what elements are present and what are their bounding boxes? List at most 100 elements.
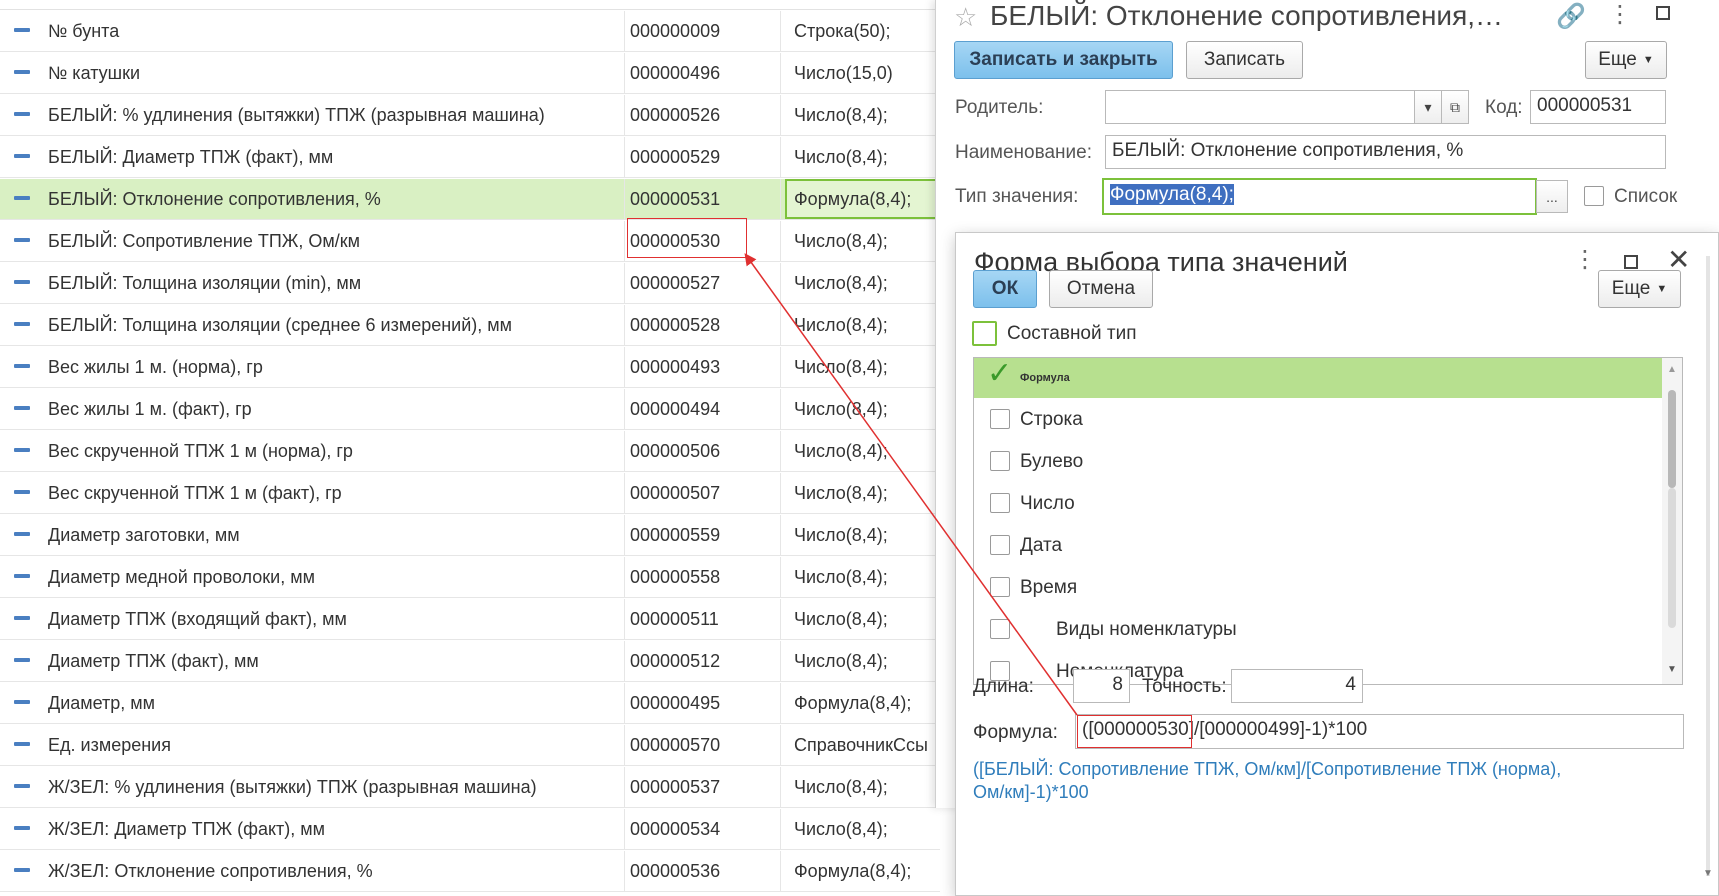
- table-row[interactable]: Ед. измерения 000000570 СправочникСсы: [0, 725, 940, 766]
- form-scrollbar[interactable]: ▼: [1700, 248, 1716, 896]
- scrollbar-thumb[interactable]: [1668, 390, 1676, 488]
- type-checkbox[interactable]: [990, 619, 1010, 639]
- row-code: 000000537: [630, 777, 721, 797]
- type-checkbox[interactable]: [990, 409, 1010, 429]
- length-input[interactable]: 8: [1073, 669, 1130, 703]
- dialog-more-actions-icon[interactable]: ⋮: [1573, 245, 1597, 274]
- type-checkbox[interactable]: [990, 577, 1010, 597]
- ok-button[interactable]: ОК: [973, 270, 1037, 308]
- cancel-button[interactable]: Отмена: [1049, 270, 1153, 308]
- row-type: Число(8,4);: [794, 399, 888, 419]
- row-code: 000000527: [630, 273, 721, 293]
- row-type: Число(8,4);: [794, 483, 888, 503]
- more-actions-icon[interactable]: ⋮: [1608, 0, 1632, 29]
- code-label: Код:: [1485, 97, 1523, 118]
- scroll-down-icon[interactable]: ▼: [1703, 868, 1713, 879]
- type-list-item[interactable]: Число: [974, 484, 1662, 524]
- table-row[interactable]: Вес жилы 1 м. (факт), гр 000000494 Число(8…: [0, 389, 940, 430]
- type-list-scrollbar[interactable]: ▲ ▼: [1662, 358, 1682, 684]
- type-list-item[interactable]: ✓ Формула: [974, 358, 1662, 398]
- type-list-item[interactable]: Дата: [974, 526, 1662, 566]
- link-icon[interactable]: 🔗: [1556, 2, 1586, 31]
- row-name: БЕЛЫЙ: Отклонение сопротивления, %: [48, 189, 381, 209]
- formula-description-link[interactable]: ([БЕЛЫЙ: Сопротивление ТПЖ, Ом/км]/[Сопр…: [973, 758, 1573, 804]
- type-list-item[interactable]: Строка: [974, 400, 1662, 440]
- column-divider: [624, 641, 625, 681]
- open-window-icon: ⧉: [1450, 99, 1460, 115]
- table-row[interactable]: БЕЛЫЙ: Сопротивление ТПЖ, Ом/км 000000530…: [0, 221, 940, 262]
- row-type: Число(8,4);: [794, 357, 888, 377]
- checkmark-icon[interactable]: ✓: [987, 358, 1012, 391]
- table-row[interactable]: № бунта 000000009 Строка(50);: [0, 11, 940, 52]
- table-row[interactable]: Диаметр заготовки, мм 000000559 Число(8,4)…: [0, 515, 940, 556]
- attribute-icon: [14, 280, 30, 284]
- save-button[interactable]: Записать: [1186, 41, 1303, 79]
- table-row[interactable]: № катушки 000000496 Число(15,0): [0, 53, 940, 94]
- scroll-up-icon[interactable]: ▲: [1667, 364, 1677, 375]
- column-divider: [780, 473, 781, 513]
- composite-type-checkbox[interactable]: [972, 321, 997, 346]
- column-divider: [624, 221, 625, 261]
- table-row[interactable]: БЕЛЫЙ: % удлинения (вытяжки) ТПЖ (разрыв…: [0, 95, 940, 136]
- table-row[interactable]: БЕЛЫЙ: Диаметр ТПЖ (факт), мм 000000529 Чи…: [0, 137, 940, 178]
- ellipsis-icon: ...: [1546, 189, 1558, 205]
- row-name: БЕЛЫЙ: % удлинения (вытяжки) ТПЖ (разрыв…: [48, 105, 545, 125]
- row-type: Формула(8,4);: [794, 861, 912, 881]
- table-row[interactable]: Ж/ЗЕЛ: Отклонение сопротивления, % 000000…: [0, 851, 940, 892]
- dialog-maximize-icon[interactable]: [1624, 255, 1638, 269]
- column-divider: [780, 851, 781, 891]
- table-row[interactable]: Вес скрученной ТПЖ 1 м (факт), гр 0000005…: [0, 473, 940, 514]
- column-divider: [780, 305, 781, 345]
- form-more-label: Еще: [1598, 49, 1637, 70]
- precision-input[interactable]: 4: [1231, 669, 1363, 703]
- scroll-down-icon[interactable]: ▼: [1667, 664, 1677, 675]
- precision-label: Точность:: [1142, 676, 1227, 697]
- table-row[interactable]: Диаметр медной проволоки, мм 000000558 Чис…: [0, 557, 940, 598]
- save-and-close-button[interactable]: Записать и закрыть: [954, 41, 1173, 79]
- attribute-icon: [14, 28, 30, 32]
- form-more-button[interactable]: Еще ▼: [1585, 41, 1667, 79]
- row-type: Число(8,4);: [794, 273, 888, 293]
- highlight-formula-ref-box: [1077, 715, 1192, 748]
- row-code: 000000526: [630, 105, 721, 125]
- table-row[interactable]: Вес жилы 1 м. (норма), гр 000000493 Число(…: [0, 347, 940, 388]
- table-row[interactable]: Ж/ЗЕЛ: % удлинения (вытяжки) ТПЖ (разрыв…: [0, 767, 940, 808]
- type-checkbox[interactable]: [990, 493, 1010, 513]
- type-list-item[interactable]: Булево: [974, 442, 1662, 482]
- parent-input[interactable]: [1105, 90, 1415, 124]
- type-list-item[interactable]: Виды номенклатуры: [974, 610, 1662, 650]
- table-row[interactable]: БЕЛЫЙ: Толщина изоляции (среднее 6 измер…: [0, 305, 940, 346]
- table-row[interactable]: БЕЛЫЙ: Отклонение сопротивления, % 000000…: [0, 179, 940, 220]
- row-name: БЕЛЫЙ: Сопротивление ТПЖ, Ом/км: [48, 231, 361, 251]
- maximize-icon[interactable]: [1656, 6, 1670, 20]
- list-checkbox[interactable]: [1584, 186, 1604, 206]
- row-name: № бунта: [48, 21, 120, 41]
- row-type: Число(8,4);: [794, 441, 888, 461]
- type-list-item[interactable]: Время: [974, 568, 1662, 608]
- table-row[interactable]: БЕЛЫЙ: Толщина изоляции (min), мм 0000005…: [0, 263, 940, 304]
- row-name: Диаметр ТПЖ (факт), мм: [48, 651, 259, 671]
- table-row[interactable]: Ж/ЗЕЛ: Диаметр ТПЖ (факт), мм 000000534 Чи…: [0, 809, 940, 850]
- value-type-input[interactable]: Формула(8,4);: [1102, 178, 1537, 215]
- row-name: БЕЛЫЙ: Толщина изоляции (среднее 6 измер…: [48, 315, 513, 335]
- row-code: 000000507: [630, 483, 721, 503]
- value-type-label: Тип значения:: [955, 186, 1079, 207]
- value-type-select-button[interactable]: ...: [1536, 180, 1568, 213]
- column-divider: [624, 809, 625, 849]
- table-row[interactable]: Диаметр ТПЖ (факт), мм 000000512 Число(8,4…: [0, 641, 940, 682]
- column-divider: [780, 389, 781, 429]
- name-input[interactable]: БЕЛЫЙ: Отклонение сопротивления, %: [1105, 135, 1666, 169]
- parent-dropdown-button[interactable]: ▾: [1414, 90, 1442, 124]
- table-row[interactable]: Вес скрученной ТПЖ 1 м (норма), гр 000000…: [0, 431, 940, 472]
- column-divider: [624, 11, 625, 51]
- parent-open-button[interactable]: ⧉: [1441, 90, 1469, 124]
- table-row[interactable]: Диаметр, мм 000000495 Формула(8,4);: [0, 683, 940, 724]
- favorite-star-icon[interactable]: ☆: [954, 2, 977, 33]
- code-input[interactable]: 000000531: [1530, 90, 1666, 124]
- table-row[interactable]: Диаметр ТПЖ (входящий факт), мм 000000511…: [0, 599, 940, 640]
- length-label: Длина:: [973, 676, 1034, 697]
- row-code: 000000496: [630, 63, 721, 83]
- type-checkbox[interactable]: [990, 451, 1010, 471]
- type-checkbox[interactable]: [990, 535, 1010, 555]
- dialog-more-button[interactable]: Еще ▼: [1598, 270, 1681, 308]
